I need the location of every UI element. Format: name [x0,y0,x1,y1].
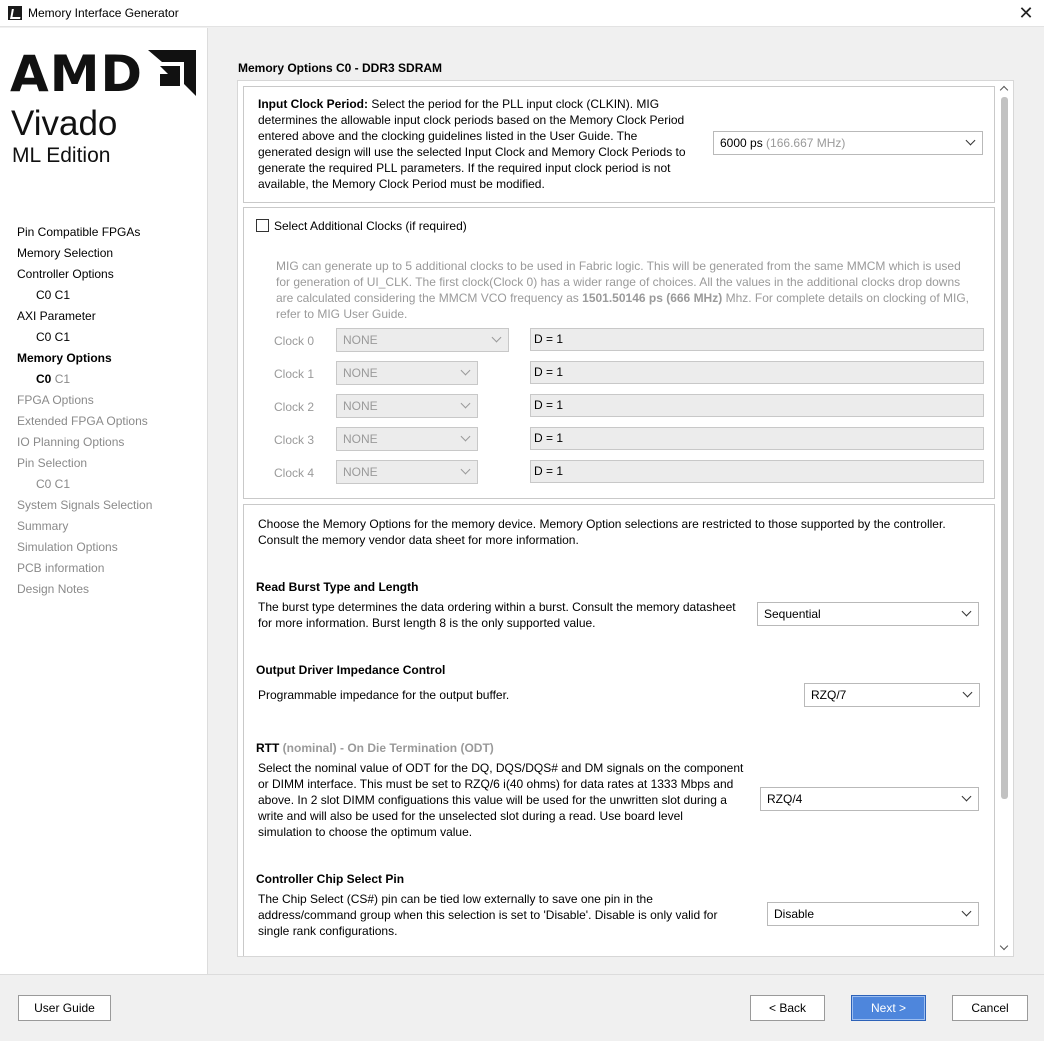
clock-3-select: NONE [336,427,478,451]
user-guide-button[interactable]: User Guide [18,995,111,1021]
nav-fpga-options: FPGA Options [17,393,94,407]
logo-brand: AMD [10,45,143,103]
clock-2-select: NONE [336,394,478,418]
memory-options-panel: Choose the Memory Options for the memory… [243,504,995,956]
additional-clocks-panel: Select Additional Clocks (if required) M… [243,207,995,499]
nav-memory-options-controllers[interactable]: C0 C1 [0,369,207,390]
app-icon [8,6,22,20]
footer-divider [0,974,1044,975]
nav-extended-fpga-options: Extended FPGA Options [17,414,148,428]
chevron-down-icon [460,464,471,475]
vertical-scrollbar[interactable] [996,81,1012,956]
back-button[interactable]: < Back [750,995,825,1021]
input-clock-panel: Input Clock Period: Select the period fo… [243,86,995,203]
input-clock-description: Input Clock Period: Select the period fo… [258,97,686,191]
next-button[interactable]: Next > [851,995,926,1021]
additional-clocks-checkbox[interactable] [256,219,269,232]
chevron-down-icon [460,431,471,442]
amd-arrow-icon [148,50,196,96]
step-navigation: Pin Compatible FPGAs Memory Selection Co… [0,222,207,600]
chevron-down-icon [961,791,972,802]
chevron-down-icon [962,687,973,698]
additional-clocks-description: MIG can generate up to 5 additional cloc… [276,259,969,321]
nav-memory-options[interactable]: Memory Options [0,348,207,369]
scroll-down-icon[interactable] [996,940,1012,956]
nav-current-controller[interactable]: C0 [36,372,51,386]
clock-3-divider: D = 1 [530,427,984,450]
clock-4-select: NONE [336,460,478,484]
nav-pin-selection-controllers: C0 C1 [36,477,71,491]
input-clock-heading: Input Clock Period: [258,97,369,111]
cancel-button[interactable]: Cancel [952,995,1028,1021]
nav-axi-parameter[interactable]: AXI Parameter [0,306,207,327]
rtt-description: Select the nominal value of ODT for the … [258,761,744,839]
clock-0-divider: D = 1 [530,328,984,351]
scroll-up-icon[interactable] [996,81,1012,97]
window-title: Memory Interface Generator [28,6,179,20]
burst-heading: Read Burst Type and Length [256,580,419,594]
nav-pin-selection: Pin Selection [17,456,88,470]
clock-0-select: NONE [336,328,509,352]
input-clock-period-select[interactable]: 6000 ps (166.667 MHz) [713,131,983,155]
sidebar: AMD Vivado ML Edition Pin Compatible FPG… [0,28,208,974]
clock-2-label: Clock 2 [274,400,315,414]
nav-pcb-information: PCB information [17,561,105,575]
chip-select-heading: Controller Chip Select Pin [256,872,405,886]
burst-type-select[interactable]: Sequential [757,602,979,626]
nav-simulation-options: Simulation Options [17,540,118,554]
chip-select-description: The Chip Select (CS#) pin can be tied lo… [258,892,718,938]
output-driver-impedance-select[interactable]: RZQ/7 [804,683,980,707]
clock-2-divider: D = 1 [530,394,984,417]
nav-pin-compatible-fpgas[interactable]: Pin Compatible FPGAs [0,222,207,243]
nav-system-signals-selection: System Signals Selection [17,498,153,512]
clock-3-label: Clock 3 [274,433,315,447]
chevron-down-icon [491,332,502,343]
mig-window: Memory Interface Generator ✕ AMD Vivado … [0,0,1044,1041]
nav-memory-selection[interactable]: Memory Selection [0,243,207,264]
amd-vivado-logo: AMD Vivado ML Edition [10,48,200,198]
odi-heading: Output Driver Impedance Control [256,663,446,677]
chevron-down-icon [961,906,972,917]
clock-1-label: Clock 1 [274,367,315,381]
memory-options-intro: Choose the Memory Options for the memory… [258,517,946,547]
clock-4-divider: D = 1 [530,460,984,483]
nav-controller-options-controllers[interactable]: C0 C1 [0,285,207,306]
odi-description: Programmable impedance for the output bu… [258,688,510,702]
nav-controller-options[interactable]: Controller Options [0,264,207,285]
nav-design-notes: Design Notes [17,582,90,596]
title-bar: Memory Interface Generator ✕ [0,0,1044,27]
chevron-down-icon [965,135,976,146]
scrollbar-thumb[interactable] [1001,97,1008,799]
logo-edition: ML Edition [12,144,111,167]
additional-clocks-label[interactable]: Select Additional Clocks (if required) [274,218,467,234]
page-title: Memory Options C0 - DDR3 SDRAM [238,61,443,75]
rtt-nominal-select[interactable]: RZQ/4 [760,787,979,811]
close-icon[interactable]: ✕ [1016,3,1036,23]
chevron-down-icon [460,398,471,409]
clock-4-label: Clock 4 [274,466,315,480]
nav-summary: Summary [17,519,69,533]
clock-0-label: Clock 0 [274,334,315,348]
options-scroll-area: Input Clock Period: Select the period fo… [237,80,1014,957]
chip-select-pin-select[interactable]: Disable [767,902,979,926]
chevron-down-icon [460,365,471,376]
chevron-down-icon [961,606,972,617]
nav-other-controller: C1 [54,372,71,386]
logo-product: Vivado [11,104,118,143]
rtt-heading: RTT (nominal) - On Die Termination (ODT) [256,741,494,755]
burst-description: The burst type determines the data order… [258,600,736,630]
nav-axi-parameter-controllers[interactable]: C0 C1 [0,327,207,348]
nav-io-planning-options: IO Planning Options [17,435,125,449]
clock-1-select: NONE [336,361,478,385]
clock-1-divider: D = 1 [530,361,984,384]
